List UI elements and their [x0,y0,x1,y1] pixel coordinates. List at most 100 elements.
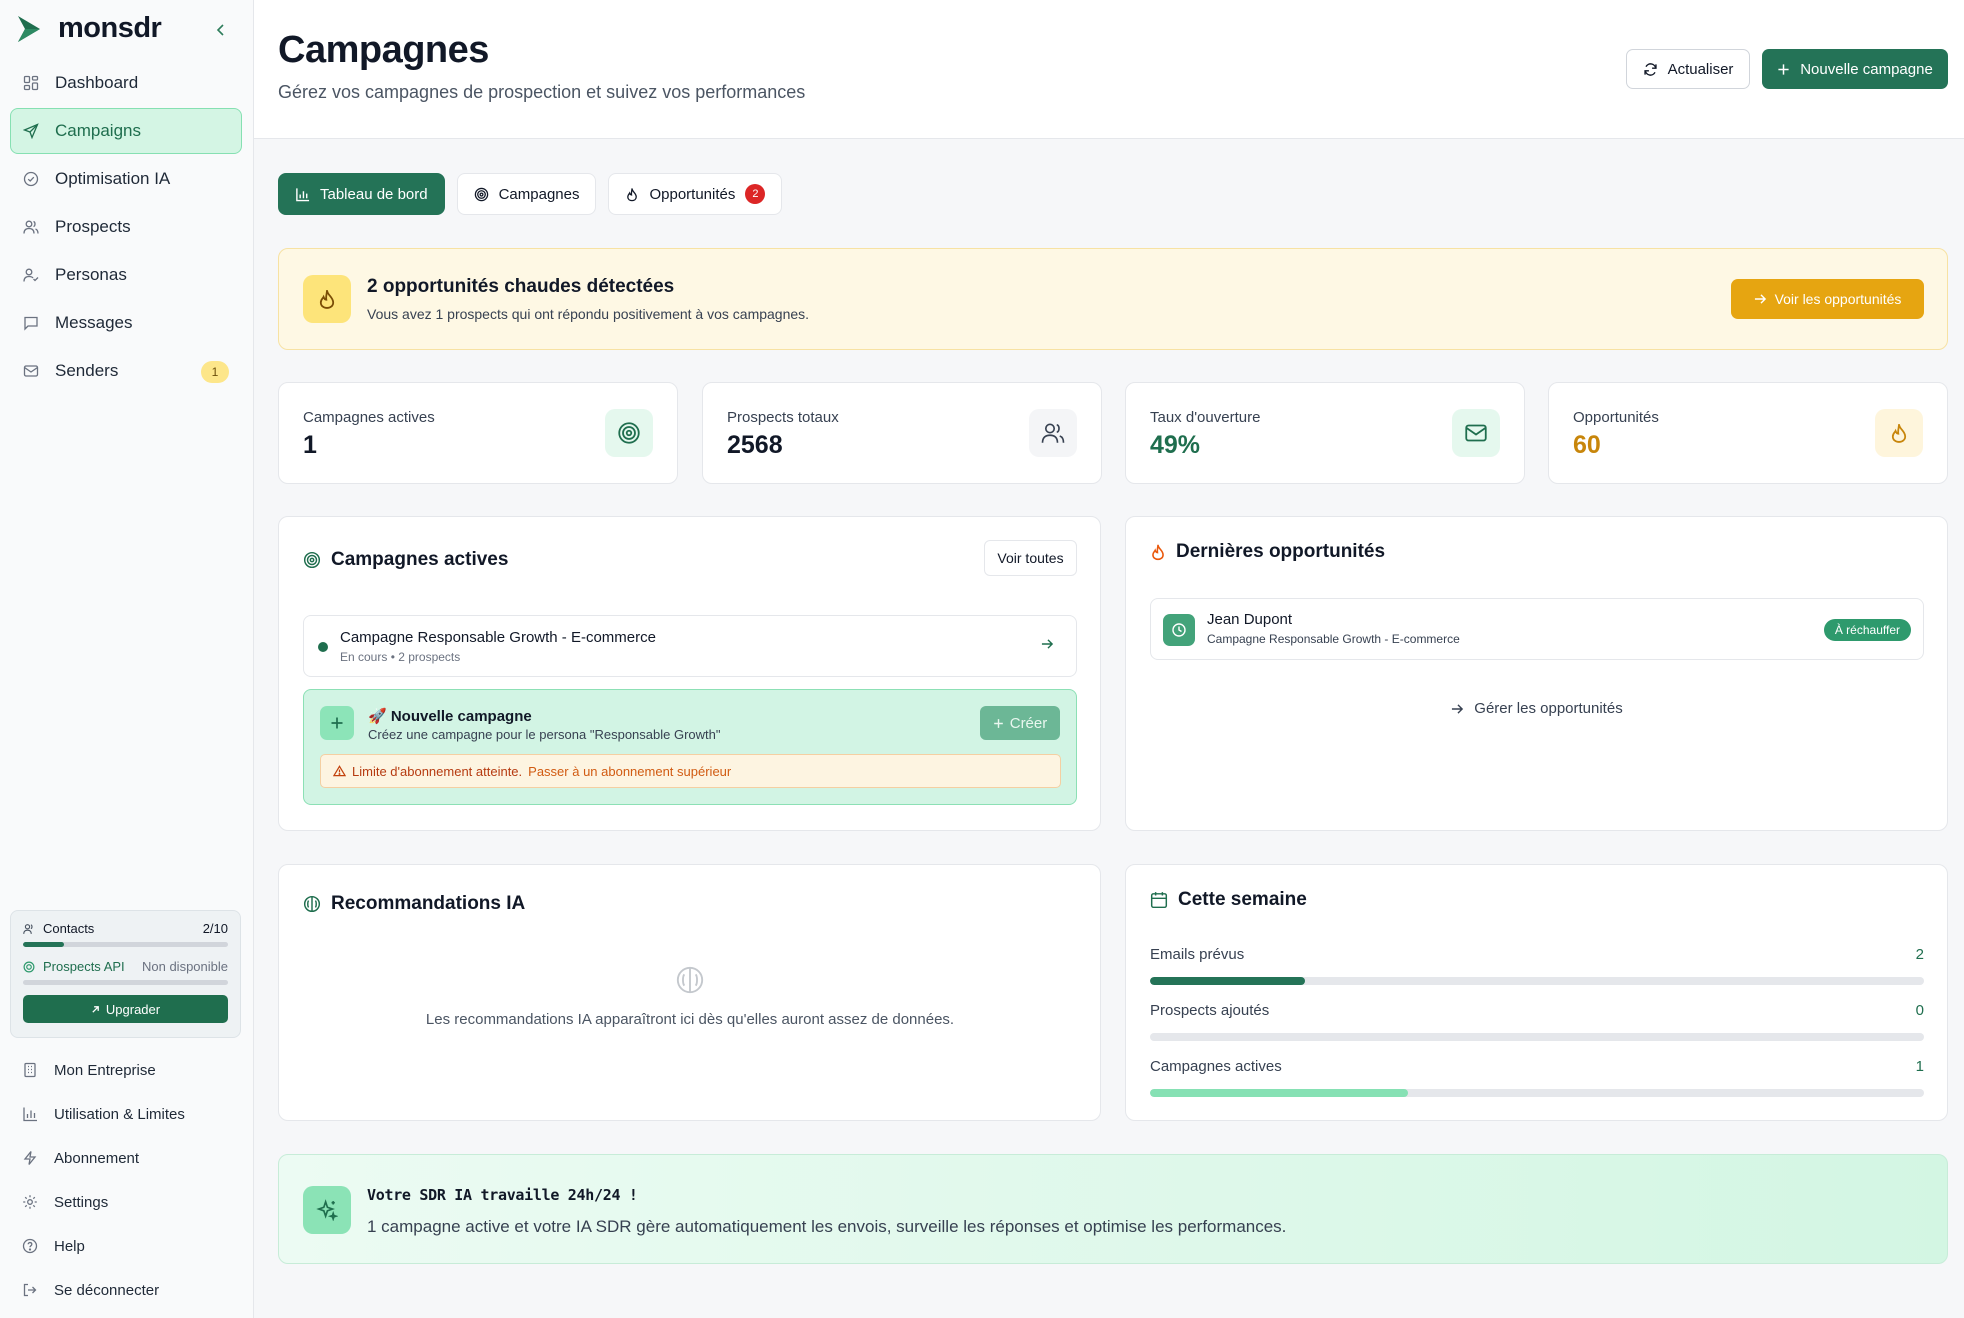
user-check-icon [23,268,39,282]
opportunity-campaign: Campagne Responsable Growth - E-commerce [1207,632,1460,646]
api-progress-bar [23,980,228,985]
sidebar-item-dashboard[interactable]: Dashboard [10,60,242,106]
new-campaign-title: 🚀 Nouvelle campagne [368,708,532,725]
sidebar-item-label: Messages [55,313,133,332]
new-campaign-button[interactable]: Nouvelle campagne [1762,49,1948,89]
sparkles-icon [303,1186,351,1234]
banner-title: Votre SDR IA travaille 24h/24 ! [367,1186,638,1204]
manage-opportunities-link[interactable]: Gérer les opportunités [1126,700,1948,717]
sidebar-item-settings[interactable]: Settings [10,1180,242,1224]
upgrade-button[interactable]: Upgrader [23,995,228,1023]
opportunities-count-badge: 2 [745,184,766,204]
sidebar-item-messages[interactable]: Messages [10,300,242,346]
warning-icon [333,765,346,777]
sidebar: monsdr Dashboard Campaigns Optimisation … [0,0,254,1318]
sidebar-item-campaigns[interactable]: Campaigns [10,108,242,154]
sidebar-item-prospects[interactable]: Prospects [10,204,242,250]
week-row-campaigns: Campagnes actives 1 [1150,1058,1924,1097]
tab-campagnes[interactable]: Campagnes [456,173,597,215]
api-usage-label: Prospects API [23,959,125,974]
week-progress-fill [1150,977,1305,985]
see-all-campaigns-button[interactable]: Voir toutes [984,540,1077,576]
week-row-head: Campagnes actives 1 [1150,1058,1924,1075]
sidebar-item-optimisation-ia[interactable]: Optimisation IA [10,156,242,202]
api-label: Prospects API [43,959,125,974]
logout-icon [23,1283,37,1297]
app-logo[interactable]: monsdr [16,12,162,45]
sidebar-item-utilisation-limites[interactable]: Utilisation & Limites [10,1092,242,1136]
active-campaigns-card: Campagnes actives Voir toutes Campagne R… [278,516,1101,831]
stat-label: Taux d'ouverture [1150,409,1261,426]
sidebar-item-label: Help [54,1237,85,1255]
bar-chart-icon [23,1107,37,1122]
page-title: Campagnes [278,29,489,71]
sidebar-item-help[interactable]: Help [10,1224,242,1268]
upgrade-plan-link[interactable]: Passer à un abonnement supérieur [528,764,731,779]
sidebar-item-abonnement[interactable]: Abonnement [10,1136,242,1180]
contacts-progress-fill [23,942,64,947]
week-row-label: Campagnes actives [1150,1058,1282,1075]
users-icon [1029,409,1077,457]
usage-card: Contacts 2/10 Prospects API Non disponib… [10,910,241,1038]
sidebar-item-senders[interactable]: Senders 1 [10,348,242,394]
active-campaigns-heading: Campagnes actives [303,549,508,571]
banner-text: 1 campagne active et votre IA SDR gère a… [367,1217,1287,1236]
new-campaign-subtitle: Créez une campagne pour le persona "Resp… [368,727,721,742]
brain-icon [303,895,321,913]
sidebar-item-label: Campaigns [55,121,141,140]
brain-icon [676,966,704,994]
logo-mark-icon [18,15,40,42]
sidebar-item-label: Utilisation & Limites [54,1105,185,1123]
check-circle-icon [23,171,39,187]
collapse-sidebar-button[interactable] [212,18,230,42]
subscription-limit-warning: Limite d'abonnement atteinte. Passer à u… [320,754,1061,788]
sidebar-item-label: Abonnement [54,1149,140,1167]
flame-icon [303,275,351,323]
plus-icon [1778,63,1789,75]
dashboard-icon [23,75,39,91]
sidebar-item-label: Optimisation IA [55,169,171,188]
week-row-head: Emails prévus 2 [1150,946,1924,963]
hot-opportunities-alert: 2 opportunités chaudes détectées Vous av… [278,248,1948,350]
tab-label: Tableau de bord [320,185,428,203]
sidebar-item-logout[interactable]: Se déconnecter [10,1268,242,1312]
sidebar-item-label: Personas [55,265,127,284]
card-title: Dernières opportunités [1176,541,1386,562]
sidebar-item-label: Prospects [55,217,131,236]
senders-count-badge: 1 [201,361,229,383]
refresh-button[interactable]: Actualiser [1626,49,1750,89]
tab-opportunites[interactable]: Opportunités 2 [608,173,783,215]
week-progress-bar [1150,1033,1924,1041]
alert-text: Vous avez 1 prospects qui ont répondu po… [367,306,810,322]
target-icon [474,187,488,201]
zap-icon [23,1151,37,1165]
flame-icon [1152,544,1164,561]
target-icon [303,551,321,569]
flame-icon [1875,409,1923,457]
stat-card-open-rate: Taux d'ouverture 49% [1125,382,1525,484]
create-campaign-button[interactable]: Créer [980,706,1060,740]
card-title: Recommandations IA [331,893,526,914]
tab-tableau-de-bord[interactable]: Tableau de bord [278,173,445,215]
contacts-usage-row: Contacts 2/10 [23,921,228,936]
send-icon [23,123,39,139]
api-usage-row: Prospects API Non disponible [23,959,228,974]
chevron-left-icon [216,24,224,36]
opportunity-list-item[interactable]: Jean Dupont Campagne Responsable Growth … [1150,598,1924,660]
this-week-heading: Cette semaine [1150,889,1307,911]
clock-icon [1163,614,1195,646]
tab-label: Opportunités [649,185,736,203]
users-icon [23,923,33,934]
view-opportunities-button[interactable]: Voir les opportunités [1731,279,1924,319]
campaign-list-item[interactable]: Campagne Responsable Growth - E-commerce… [303,615,1077,677]
create-label: Créer [1009,714,1048,732]
bar-chart-icon [296,187,310,201]
sidebar-item-label: Dashboard [55,73,139,92]
view-tabs: Tableau de bord Campagnes Opportunités 2 [278,173,783,215]
new-campaign-suggestion: 🚀 Nouvelle campagne Créez une campagne p… [303,689,1077,805]
stat-label: Opportunités [1573,409,1659,426]
week-row-value: 2 [1915,946,1924,963]
sidebar-item-personas[interactable]: Personas [10,252,242,298]
sidebar-item-mon-entreprise[interactable]: Mon Entreprise [10,1048,242,1092]
refresh-label: Actualiser [1667,60,1734,78]
